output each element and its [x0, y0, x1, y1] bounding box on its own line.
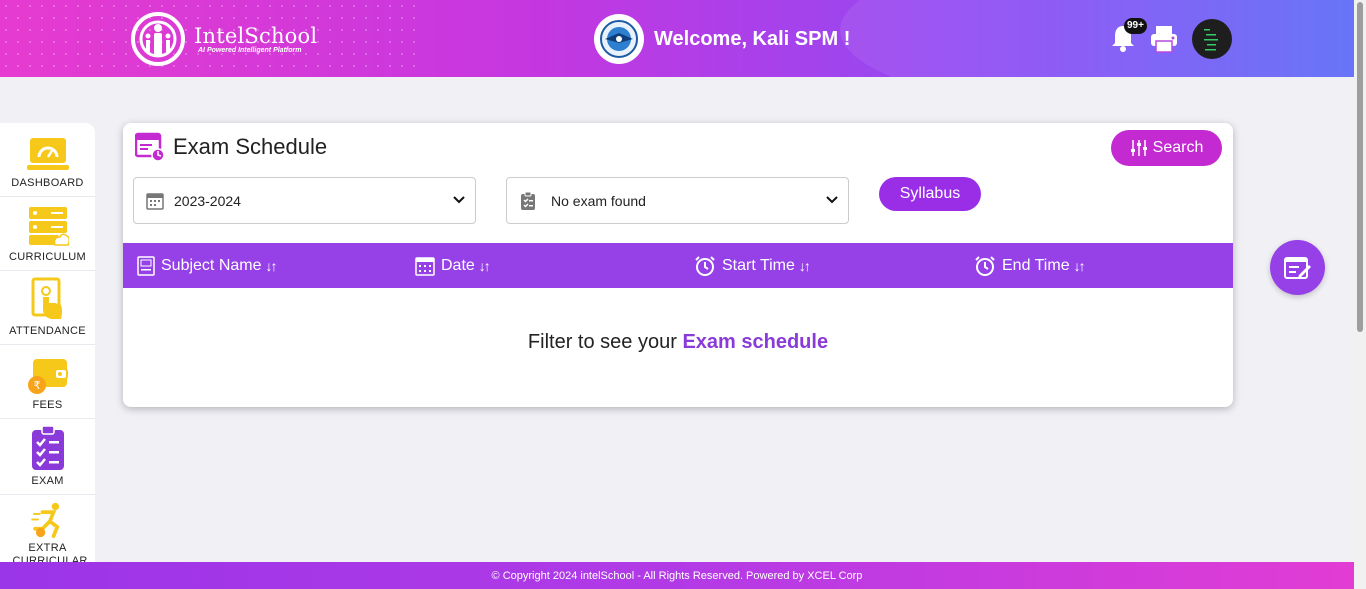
sidebar-item-dashboard[interactable]: DASHBOARD	[0, 123, 95, 197]
column-label: Start Time	[722, 256, 795, 274]
welcome-message: Welcome, Kali SPM !	[654, 27, 851, 50]
header-swoosh	[840, 0, 1354, 77]
intelschool-logo-icon	[128, 12, 188, 66]
edit-note-icon	[1283, 256, 1311, 279]
page-title: Exam Schedule	[173, 134, 328, 159]
svg-text:₹: ₹	[33, 379, 40, 392]
alarm-clock-icon	[695, 255, 715, 276]
sidebar-item-curriculum[interactable]: CURRICULUM	[0, 197, 95, 271]
empty-state-message: Filter to see your Exam schedule	[123, 331, 1233, 354]
subject-book-icon	[137, 255, 155, 276]
exam-icon	[31, 425, 64, 470]
school-emblem-icon	[594, 14, 644, 64]
chevron-down-icon	[453, 196, 465, 204]
clipboard-checklist-icon	[521, 191, 535, 210]
curriculum-icon	[28, 207, 69, 246]
table-header: Subject Name ↓↑ Date ↓↑ Start Time ↓↑ En…	[123, 243, 1233, 288]
academic-year-value: 2023-2024	[174, 192, 241, 209]
column-label: End Time	[1002, 256, 1070, 274]
column-date[interactable]: Date ↓↑	[415, 243, 491, 288]
sidebar-item-label: ATTENDANCE	[9, 325, 86, 337]
empty-state-highlight: Exam schedule	[682, 331, 829, 353]
search-button[interactable]: Search	[1111, 130, 1222, 166]
top-header: IntelSchool AI Powered Intelligent Platf…	[0, 0, 1354, 77]
empty-state-prefix: Filter to see your	[527, 331, 677, 353]
fees-icon: ₹	[27, 359, 68, 394]
sidebar-item-label: DASHBOARD	[11, 177, 84, 189]
exam-select-value: No exam found	[551, 192, 646, 209]
brand-subtitle: AI Powered Intelligent Platform	[198, 46, 302, 54]
page-scrollbar[interactable]	[1354, 0, 1366, 589]
sort-arrows-icon[interactable]: ↓↑	[479, 258, 491, 274]
column-end-time[interactable]: End Time ↓↑	[974, 243, 1086, 288]
chevron-down-icon	[826, 196, 838, 204]
sidebar-item-label: EXTRA CURRICULAR	[12, 542, 88, 562]
brand-logo[interactable]: IntelSchool AI Powered Intelligent Platf…	[128, 12, 317, 66]
sidebar-item-fees[interactable]: ₹ FEES	[0, 345, 95, 419]
column-label: Subject Name	[161, 256, 262, 274]
sidebar-item-label: FEES	[32, 399, 63, 411]
search-button-label: Search	[1152, 139, 1204, 156]
scrollbar-thumb[interactable]	[1357, 2, 1363, 332]
sidebar-item-label: CURRICULUM	[9, 251, 86, 263]
sidebar-item-exam[interactable]: EXAM	[0, 419, 95, 495]
sort-arrows-icon[interactable]: ↓↑	[1074, 258, 1086, 274]
notification-count-badge: 99+	[1124, 18, 1147, 34]
dashboard-icon	[26, 138, 69, 170]
copyright-text: © Copyright 2024 intelSchool - All Right…	[491, 569, 863, 582]
sort-arrows-icon[interactable]: ↓↑	[266, 258, 278, 274]
calendar-icon	[146, 192, 164, 210]
column-label: Date	[441, 256, 475, 274]
exam-select[interactable]: No exam found	[506, 177, 849, 224]
academic-year-select[interactable]: 2023-2024	[133, 177, 476, 224]
sidebar-nav: DASHBOARD CURRICULUM ATTENDANCE ₹ FEES E…	[0, 123, 95, 562]
user-avatar[interactable]	[1192, 19, 1232, 59]
extra-curricular-icon	[30, 502, 59, 538]
filter-sliders-icon	[1130, 140, 1147, 156]
attendance-icon	[31, 277, 62, 319]
card-header: Exam Schedule	[135, 132, 327, 162]
column-subject-name[interactable]: Subject Name ↓↑	[137, 243, 278, 288]
calendar-icon	[415, 256, 435, 276]
sidebar-item-extra-curricular[interactable]: EXTRA CURRICULAR	[0, 495, 95, 562]
sort-arrows-icon[interactable]: ↓↑	[799, 258, 811, 274]
welcome-area: Welcome, Kali SPM !	[594, 14, 850, 64]
printer-icon[interactable]	[1149, 24, 1179, 54]
floating-notes-button[interactable]	[1270, 240, 1325, 295]
schedule-calendar-icon	[135, 132, 165, 162]
column-start-time[interactable]: Start Time ↓↑	[694, 243, 811, 288]
exam-schedule-card: Exam Schedule Search 2023-2024 No exam f…	[123, 123, 1233, 407]
brand-title: IntelSchool	[194, 23, 318, 48]
sidebar-item-attendance[interactable]: ATTENDANCE	[0, 271, 95, 345]
sidebar-item-label: EXAM	[31, 475, 64, 487]
syllabus-button[interactable]: Syllabus	[879, 177, 981, 211]
alarm-clock-icon	[975, 255, 995, 276]
footer: © Copyright 2024 intelSchool - All Right…	[0, 562, 1354, 589]
